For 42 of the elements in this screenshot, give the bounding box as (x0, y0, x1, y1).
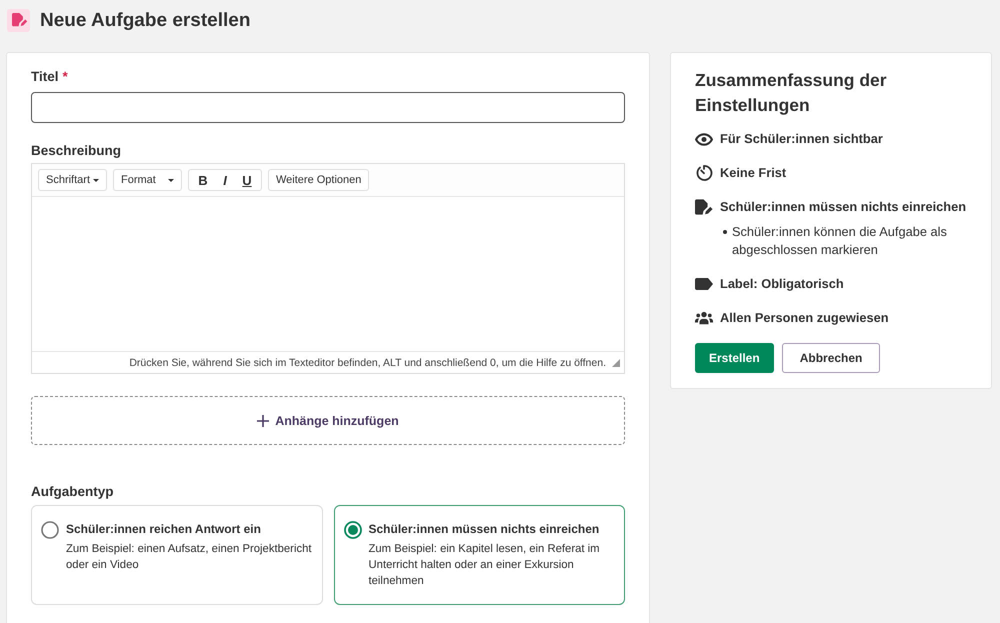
required-mark: * (62, 68, 68, 86)
summary-item-text: Label: Obligatorisch (720, 275, 844, 293)
field-label: Titel (31, 68, 59, 86)
bullet-dot-icon (723, 230, 727, 234)
add-attachment-button[interactable]: Anhänge hinzufügen (31, 396, 625, 445)
plus-icon (257, 414, 270, 426)
bold-button[interactable]: B (193, 170, 213, 190)
page-title: Neue Aufgabe erstellen (40, 10, 250, 32)
option-description: Zum Beispiel: ein Kapitel lesen, ein Referat im Unterricht halten oder an einer Exkursion teilnehmen (368, 542, 601, 589)
summary-item-text: Schüler:innen müssen nichts einreichen (720, 198, 966, 216)
tag-icon (695, 278, 713, 290)
eye-icon (695, 132, 713, 146)
cancel-button[interactable]: Abbrechen (782, 343, 880, 373)
create-button[interactable]: Erstellen (695, 343, 774, 373)
dropdown-button[interactable]: Schriftart (38, 169, 107, 191)
summary-item-text: Allen Personen zugewiesen (720, 309, 889, 327)
radio-button-icon[interactable] (344, 521, 362, 539)
option-title: Schüler:innen reichen Antwort ein (66, 521, 262, 538)
option-title: Schüler:innen müssen nichts einreichen (368, 521, 600, 538)
summary-bullet-text: Schüler:innen können die Aufgabe als abgeschlossen markieren (732, 223, 948, 259)
toolbar-button[interactable]: Weitere Optionen (268, 169, 370, 191)
option-description: Zum Beispiel: einen Aufsatz, einen Projektbericht oder ein Video (66, 542, 313, 573)
dropdown-button[interactable]: Format (113, 169, 182, 191)
people-icon (695, 311, 713, 325)
caret-icon (168, 178, 174, 182)
italic-button[interactable]: I (215, 170, 235, 190)
document-pen-icon (695, 199, 713, 215)
field-label: Aufgabentyp (31, 483, 114, 501)
caret-icon (93, 178, 99, 182)
task-type-option[interactable]: Schüler:innen müssen nichts einreichen Zum Beispiel: ein Kapitel lesen, ein Referat im Unterricht halten oder an einer Exkursion teilnehmen (334, 505, 625, 605)
field-label: Beschreibung (31, 142, 122, 160)
resize-grip-icon[interactable] (612, 358, 620, 366)
title-input[interactable] (31, 92, 625, 123)
summary-item-text: Keine Frist (720, 164, 786, 182)
summary-title: Zusammenfassung der Einstellungen (695, 69, 888, 117)
stopwatch-icon (695, 165, 713, 181)
document-pen-icon (7, 9, 30, 32)
help-text: Drücken Sie, während Sie sich im Texteditor befinden, ALT und anschließend 0, um die Hilfe zu öffnen. (129, 356, 606, 368)
task-type-option[interactable]: Schüler:innen reichen Antwort ein Zum Beispiel: einen Aufsatz, einen Projektbericht oder ein Video (31, 505, 322, 605)
radio-button-icon[interactable] (41, 521, 59, 539)
summary-item-text: Für Schüler:innen sichtbar (720, 130, 883, 148)
underline-button[interactable]: U (237, 170, 257, 190)
